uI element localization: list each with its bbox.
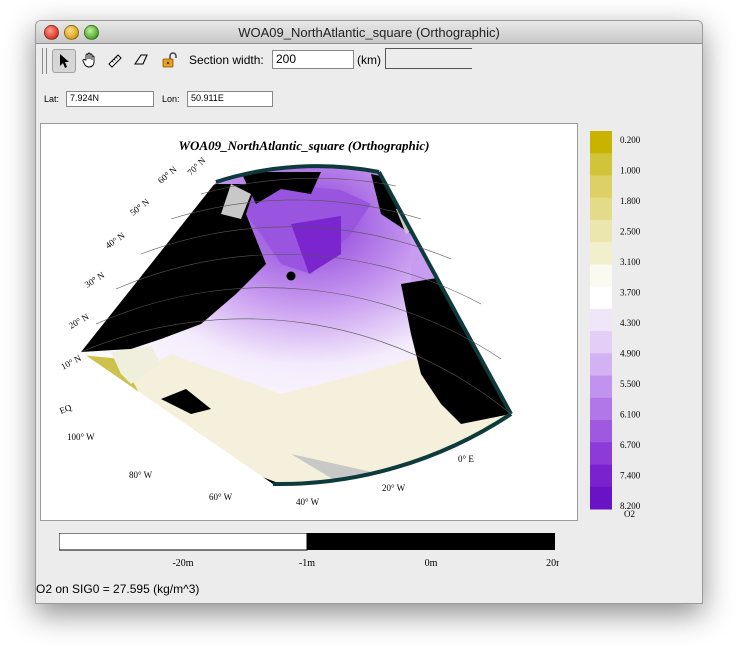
- colorbar-swatch: [590, 264, 612, 288]
- colorbar-swatch: [590, 353, 612, 377]
- toolbar: Section width: 200 (km): [36, 44, 702, 78]
- svg-text:60° N: 60° N: [156, 164, 179, 186]
- svg-text:40° W: 40° W: [296, 497, 320, 507]
- colorbar-swatch: [590, 197, 612, 221]
- section-width-input[interactable]: 200: [272, 50, 354, 69]
- colorbar-tick-label: 3.100: [620, 257, 641, 267]
- colorbar-swatch: [590, 175, 612, 199]
- toolbar-grip: [42, 48, 47, 74]
- lon-label: Lon:: [162, 94, 180, 104]
- colorbar-tick-label: 3.700: [620, 288, 641, 298]
- colorbar-swatch: [590, 219, 612, 243]
- ruler-icon: [108, 54, 122, 68]
- svg-text:80° W: 80° W: [129, 470, 153, 480]
- app-window: WOA09_NorthAtlantic_square (Orthographic…: [35, 20, 703, 604]
- colorbar-tick-label: 1.000: [620, 166, 641, 176]
- map-panel[interactable]: WOA09_NorthAtlantic_square (Orthographic…: [40, 123, 578, 521]
- pan-tool-button[interactable]: [78, 49, 100, 71]
- svg-text:70° N: 70° N: [185, 155, 208, 178]
- section-width-unit: (km): [357, 53, 381, 67]
- colorbar-swatch: [590, 131, 612, 154]
- ruler-tool-button[interactable]: [104, 49, 126, 71]
- colorbar-tick-label: 7.400: [620, 471, 641, 481]
- scale-label: 0m: [425, 558, 438, 569]
- status-text: O2 on SIG0 = 27.595 (kg/m^3): [36, 582, 200, 596]
- colorbar-swatch: [590, 420, 612, 443]
- colorbar-tick-label: 6.700: [620, 440, 641, 450]
- colorbar-swatch: [590, 442, 612, 466]
- colorbar-tick-label: 4.300: [620, 318, 641, 328]
- colorbar-tick-label: 1.800: [620, 196, 641, 206]
- colorbar-svg: 0.200 1.000 1.800 2.500 3.100 3.700 4.300 4.900…: [590, 131, 641, 519]
- title-bar: WOA09_NorthAtlantic_square (Orthographic…: [36, 21, 702, 44]
- colorbar: 0.200 1.000 1.800 2.500 3.100 3.700 4.300 4.900…: [590, 131, 670, 536]
- colorbar-swatch: [590, 375, 612, 399]
- map-title: WOA09_NorthAtlantic_square (Orthographic…: [178, 138, 429, 153]
- colorbar-swatch: [590, 464, 612, 488]
- unlock-icon: [162, 52, 177, 68]
- section-tool-button[interactable]: [130, 49, 152, 71]
- extra-input[interactable]: [385, 48, 472, 69]
- arrow-pointer-icon: [60, 54, 69, 68]
- colorbar-tick-label: 5.500: [620, 379, 641, 389]
- scale-bar: -20m -1m 0m 20m: [58, 532, 564, 578]
- svg-text:EQ: EQ: [58, 402, 73, 416]
- colorbar-swatch: [590, 153, 612, 176]
- lon-field: 50.911E: [187, 91, 273, 107]
- colorbar-tick-label: 0.200: [620, 135, 641, 145]
- pointer-tool-button[interactable]: [52, 49, 76, 73]
- colorbar-swatch: [590, 286, 612, 310]
- svg-text:20° W: 20° W: [382, 483, 406, 493]
- colorbar-swatch: [590, 242, 612, 265]
- colorbar-swatch: [590, 397, 612, 421]
- scale-segment-white: [58, 532, 308, 551]
- colorbar-tick-label: 4.900: [620, 349, 641, 359]
- svg-text:100° W: 100° W: [67, 432, 95, 442]
- svg-text:50° N: 50° N: [128, 196, 151, 217]
- colorbar-tick-label: 2.500: [620, 227, 641, 237]
- svg-text:0° E: 0° E: [458, 454, 474, 464]
- hand-icon: [82, 52, 95, 68]
- polygon-icon: [133, 54, 148, 65]
- lock-tool-button[interactable]: [158, 49, 180, 71]
- scale-label: 20m: [546, 558, 559, 569]
- svg-text:30° N: 30° N: [83, 270, 107, 290]
- scale-label: -20m: [172, 558, 193, 569]
- colorbar-swatch: [590, 331, 612, 354]
- svg-text:60° W: 60° W: [209, 492, 233, 502]
- colorbar-swatch: [590, 308, 612, 332]
- section-width-label: Section width:: [189, 53, 264, 67]
- lat-label: Lat:: [44, 94, 60, 104]
- window-title: WOA09_NorthAtlantic_square (Orthographic…: [238, 25, 500, 40]
- lat-field: 7.924N: [66, 91, 154, 107]
- map-canvas[interactable]: WOA09_NorthAtlantic_square (Orthographic…: [41, 124, 577, 520]
- colorbar-tick-label: 6.100: [620, 410, 641, 420]
- colorbar-variable-label: O2: [624, 509, 635, 519]
- svg-text:10° N: 10° N: [59, 353, 83, 372]
- scale-bar-svg: -20m -1m 0m 20m: [58, 532, 564, 569]
- scale-label: -1m: [299, 558, 315, 569]
- svg-text:40° N: 40° N: [103, 230, 127, 251]
- selected-point-marker[interactable]: [286, 271, 296, 281]
- colorbar-swatch: [590, 486, 612, 510]
- scale-segment-black: [307, 533, 555, 550]
- svg-text:20° N: 20° N: [67, 311, 91, 331]
